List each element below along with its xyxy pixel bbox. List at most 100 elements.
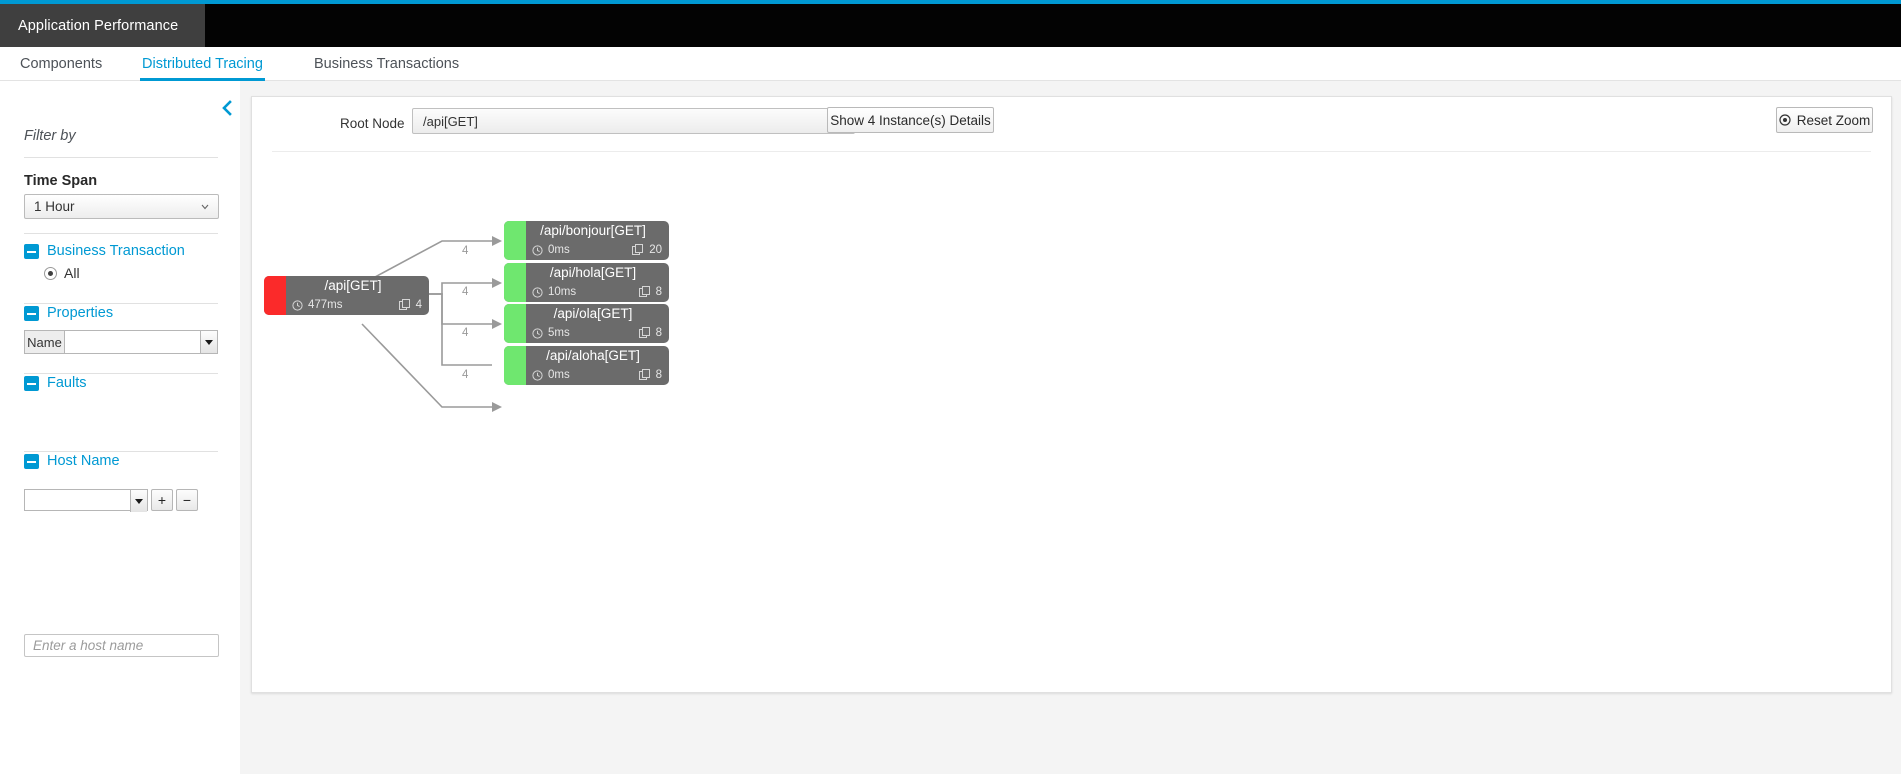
clock-icon [532,286,543,298]
tab-business-transactions[interactable]: Business Transactions [312,47,461,81]
business-transaction-title: Business Transaction [47,243,185,259]
tab-distributed-tracing[interactable]: Distributed Tracing [140,47,265,81]
property-name-input[interactable] [64,330,218,354]
tab-components[interactable]: Components [18,47,104,81]
collapse-minus-icon [24,453,39,469]
fault-controls-row: + − [24,489,198,512]
clock-icon [532,369,543,381]
host-name-title: Host Name [47,453,120,469]
edge-label-0: 4 [462,245,469,257]
node-body: /api/aloha[GET] 0ms 8 [526,346,669,385]
reset-zoom-button[interactable]: Reset Zoom [1776,107,1873,133]
section-faults[interactable]: Faults [24,375,87,391]
node-count-value: 8 [655,327,662,339]
node-body: /api[GET] 477ms 4 [286,276,429,315]
clock-icon [532,327,543,339]
collapse-minus-icon [24,375,39,391]
edge-label-3: 4 [462,369,469,381]
node-count: 8 [638,369,662,381]
node-count-value: 4 [415,299,422,311]
business-transaction-option-all[interactable]: All [44,265,80,281]
time-span-title: Time Span [24,173,98,189]
node-title: /api/hola[GET] [549,265,637,280]
property-name-label: Name [24,330,64,354]
node-count-value: 8 [655,369,662,381]
property-name-dropdown-button[interactable] [200,331,217,353]
node-status-bar-ok [504,263,526,302]
divider [24,451,218,452]
node-duration: 10ms [532,286,576,298]
node-duration: 0ms [532,369,570,381]
node-duration-value: 5ms [548,327,570,339]
node-title: /api/bonjour[GET] [540,223,646,238]
copies-icon [638,369,650,380]
title-bar [0,4,1901,47]
node-duration-value: 0ms [548,369,570,381]
node-count-value: 20 [649,244,662,256]
node-status-bar-ok [504,304,526,343]
node-count: 8 [638,327,662,339]
target-icon [1779,114,1791,126]
node-body: /api/ola[GET] 5ms 8 [526,304,669,343]
edge-label-1: 4 [462,286,469,298]
divider [24,373,218,374]
caret-down-icon [135,498,143,504]
clock-icon [532,244,543,256]
node-duration-value: 477ms [308,299,343,311]
root-node-label: Root Node [340,116,405,131]
properties-title: Properties [47,305,114,321]
chevron-left-icon [221,100,232,116]
root-node-value: /api[GET] [423,113,478,129]
time-span-select[interactable]: 1 Hour [24,194,219,219]
panel-toolbar: Root Node /api[GET] Show 4 Instance(s) D… [252,97,1891,151]
faults-title: Faults [47,375,87,391]
filter-sidebar: Filter by Time Span 1 Hour Business Tran… [0,81,240,774]
root-node-select[interactable]: /api[GET] [412,108,855,134]
collapse-minus-icon [24,243,39,259]
show-instances-details-button[interactable]: Show 4 Instance(s) Details [827,107,994,133]
trace-node-child-1[interactable]: /api/hola[GET] 10ms 8 [504,263,669,302]
filter-by-label: Filter by [24,128,76,144]
node-status-bar-error [264,276,286,315]
sidebar-collapse-button[interactable] [215,97,237,119]
node-title: /api/ola[GET] [553,306,633,321]
node-count-value: 8 [655,286,662,298]
node-body: /api/hola[GET] 10ms 8 [526,263,669,302]
radio-icon [44,266,57,280]
time-span-value: 1 Hour [34,199,75,214]
host-name-input[interactable] [24,634,219,657]
trace-node-child-0[interactable]: /api/bonjour[GET] 0ms 20 [504,221,669,260]
section-host-name[interactable]: Host Name [24,453,120,469]
trace-node-root[interactable]: /api[GET] 477ms 4 [264,276,429,315]
tab-bar: Components Distributed Tracing Business … [0,47,1901,81]
caret-down-icon [205,339,213,345]
section-properties[interactable]: Properties [24,305,113,321]
divider [24,233,218,234]
node-status-bar-ok [504,346,526,385]
option-all-label: All [64,265,80,281]
remove-fault-button[interactable]: − [176,489,198,511]
node-duration: 477ms [292,299,343,311]
node-duration: 0ms [532,244,570,256]
add-fault-button[interactable]: + [151,489,173,511]
edge-label-2: 4 [462,327,469,339]
app-brand-title: Application Performance [0,4,205,47]
node-body: /api/bonjour[GET] 0ms 20 [526,221,669,260]
node-status-bar-ok [504,221,526,260]
section-business-transaction[interactable]: Business Transaction [24,243,185,259]
fault-dropdown-button[interactable] [130,490,147,512]
fault-select[interactable] [24,489,148,512]
node-title: /api/aloha[GET] [546,348,640,363]
copies-icon [638,286,650,297]
tracing-panel: Root Node /api[GET] Show 4 Instance(s) D… [251,96,1892,693]
trace-node-child-2[interactable]: /api/ola[GET] 5ms 8 [504,304,669,343]
node-count: 4 [398,299,422,311]
node-duration: 5ms [532,327,570,339]
trace-node-child-3[interactable]: /api/aloha[GET] 0ms 8 [504,346,669,385]
clock-icon [292,299,303,311]
node-count: 8 [638,286,662,298]
divider [24,303,218,304]
node-duration-value: 10ms [548,286,577,298]
node-count: 20 [632,244,662,256]
divider [24,157,218,158]
